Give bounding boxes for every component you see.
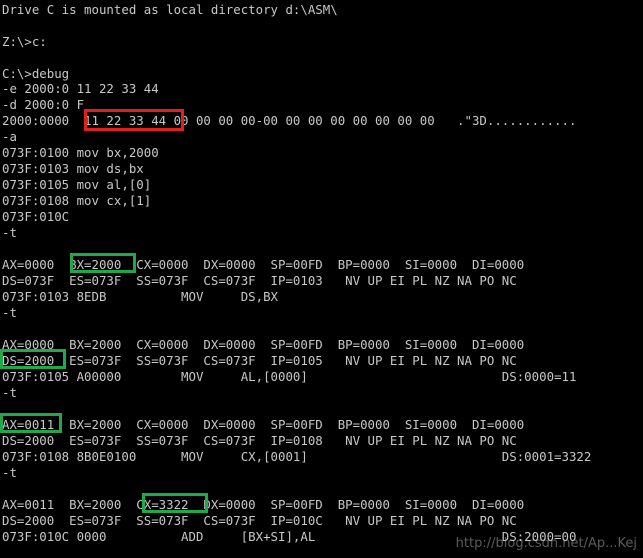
console-line: 073F:0108 8B0E0100 MOV CX,[0001] DS:0001… <box>2 449 592 464</box>
watermark: http://blog.csdn.net/Ap...Kej <box>455 536 637 551</box>
console-line: -e 2000:0 11 22 33 44 <box>2 81 159 96</box>
console-line: DS=2000 ES=073F SS=073F CS=073F IP=010C … <box>2 513 517 528</box>
console-line: -d 2000:0 F <box>2 97 85 112</box>
console-line: -a <box>2 129 17 144</box>
console-line: AX=0011 BX=2000 CX=3322 DX=0000 SP=00FD … <box>2 497 525 512</box>
console-line: -t <box>2 385 17 400</box>
console-line: 073F:0103 8EDB MOV DS,BX <box>2 289 279 304</box>
console-line: Z:\>c: <box>2 34 47 49</box>
console-line: -t <box>2 465 17 480</box>
console-line: -t <box>2 225 17 240</box>
console-line: DS=073F ES=073F SS=073F CS=073F IP=0103 … <box>2 273 517 288</box>
console-line: 073F:0105 A00000 MOV AL,[0000] DS:0000=1… <box>2 369 577 384</box>
console-line: AX=0000 BX=2000 CX=0000 DX=0000 SP=00FD … <box>2 337 525 352</box>
console-line: C:\>debug <box>2 66 70 81</box>
console-line: DS=2000 ES=073F SS=073F CS=073F IP=0108 … <box>2 433 517 448</box>
console-line: 073F:0108 mov cx,[1] <box>2 193 152 208</box>
console-line: DS=2000 ES=073F SS=073F CS=073F IP=0105 … <box>2 353 517 368</box>
console-line: -t <box>2 305 17 320</box>
console-line: 073F:010C <box>2 209 70 224</box>
console-line: 073F:0105 mov al,[0] <box>2 177 152 192</box>
console-line: 2000:0000 11 22 33 44 00 00 00 00-00 00 … <box>2 113 577 128</box>
console-line: AX=0011 BX=2000 CX=0000 DX=0000 SP=00FD … <box>2 417 525 432</box>
console-line: 073F:0100 mov bx,2000 <box>2 145 159 160</box>
dosbox-debug-console[interactable]: Drive C is mounted as local directory d:… <box>0 0 643 558</box>
console-line: 073F:0103 mov ds,bx <box>2 161 144 176</box>
console-line: Drive C is mounted as local directory d:… <box>2 2 338 17</box>
console-line: AX=0000 BX=2000 CX=0000 DX=0000 SP=00FD … <box>2 257 525 272</box>
